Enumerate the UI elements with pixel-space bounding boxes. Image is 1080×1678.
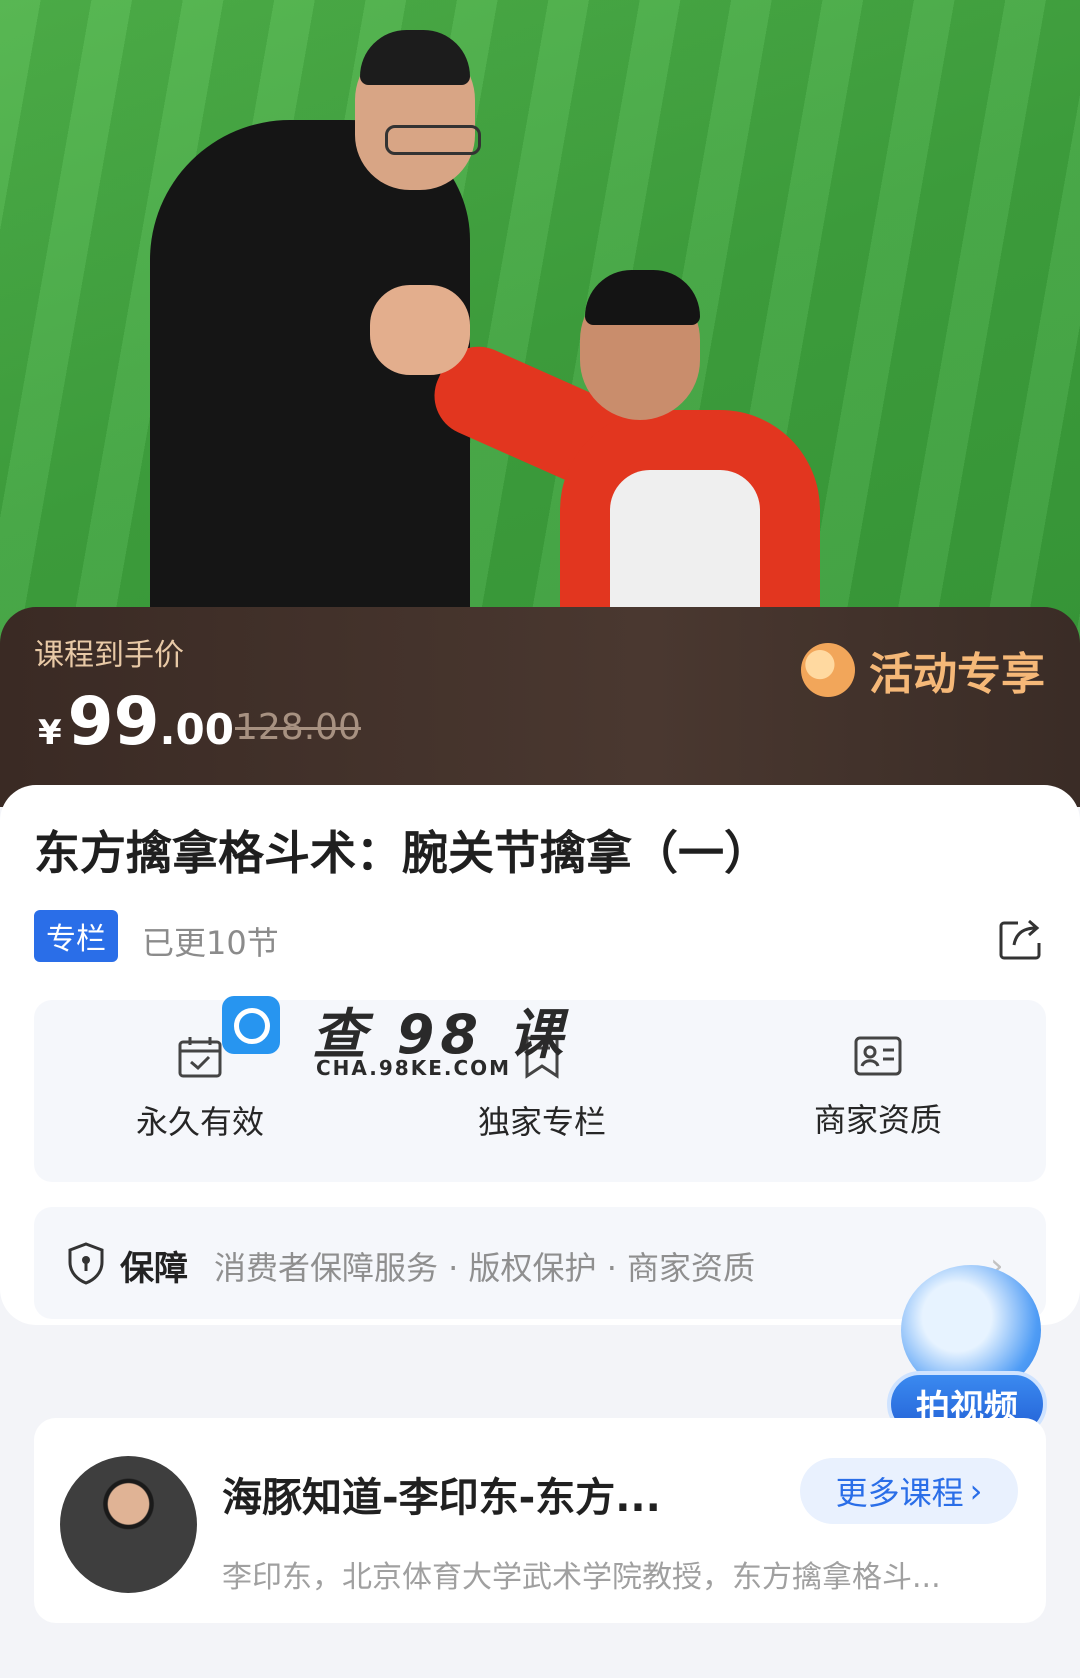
feature-merchant[interactable]: 商家资质	[748, 1035, 1008, 1141]
guarantee-title: 保障	[120, 1249, 188, 1289]
feature-permanent[interactable]: 永久有效	[70, 1035, 330, 1143]
instructor-figure	[150, 120, 470, 640]
author-description: 李印东，北京体育大学武术学院教授，东方擒拿格斗...	[222, 1560, 941, 1595]
course-title: 东方擒拿格斗术：腕关节擒拿（一）	[34, 826, 770, 880]
shield-icon	[68, 1242, 104, 1285]
original-price: 128.00	[235, 707, 361, 748]
feature-label: 永久有效	[135, 1103, 264, 1141]
guarantee-text: 消费者保障服务 · 版权保护 · 商家资质	[214, 1249, 756, 1287]
more-courses-button[interactable]: 更多课程 ›	[800, 1458, 1018, 1524]
feature-label: 独家专栏	[477, 1103, 606, 1141]
hands-grip	[370, 285, 470, 375]
chevron-right-icon: ›	[969, 1472, 983, 1510]
feature-label: 商家资质	[813, 1101, 942, 1139]
update-count: 已更10节	[142, 924, 279, 962]
avatar[interactable]	[60, 1456, 197, 1593]
dolphin-logo-icon	[801, 643, 855, 697]
calendar-check-icon	[178, 1037, 222, 1078]
watermark-logo-icon	[222, 996, 280, 1054]
activity-badge: 活动专享	[801, 638, 1045, 702]
author-name: 海豚知道-李印东-东方...	[222, 1475, 661, 1521]
current-price: ¥ 99 .00	[38, 683, 234, 760]
share-icon[interactable]	[998, 915, 1044, 961]
column-tag: 专栏	[34, 910, 118, 962]
price-label: 课程到手价	[34, 638, 184, 673]
id-card-icon	[854, 1036, 902, 1076]
